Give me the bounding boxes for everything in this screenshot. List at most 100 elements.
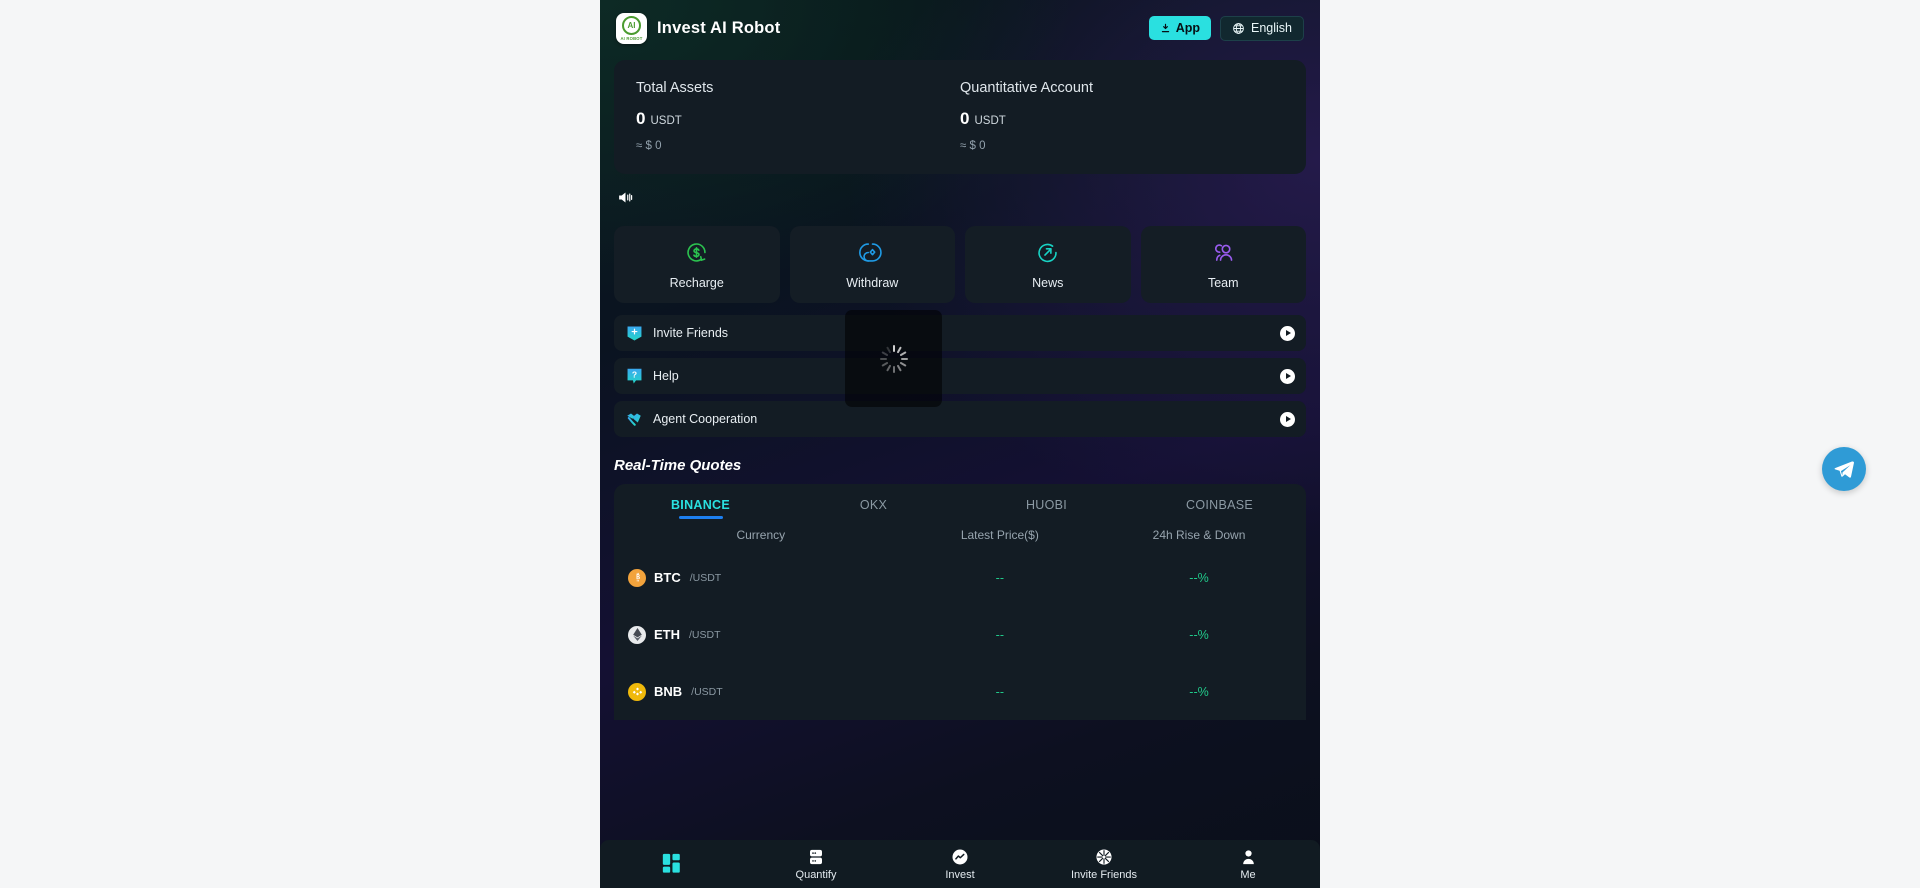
app-header: AI AI ROBOT Invest AI Robot App English: [600, 0, 1320, 56]
column-currency: Currency: [736, 528, 786, 542]
symbol: BTC: [654, 570, 681, 585]
arrow-circle-icon: [1034, 239, 1061, 266]
person-icon: [1240, 848, 1257, 866]
pair: /USDT: [689, 571, 722, 584]
logo-caption: AI ROBOT: [620, 36, 643, 41]
btc-coin-icon: [628, 568, 646, 587]
quick-actions: Recharge Withdraw News Team: [600, 220, 1320, 303]
row-agent-cooperation[interactable]: Agent Cooperation: [614, 401, 1306, 437]
logo-ring-text: AI: [622, 16, 641, 35]
tab-coinbase[interactable]: COINBASE: [1133, 498, 1306, 519]
change-cell: --%: [1189, 684, 1209, 699]
invite-inbox-icon: [625, 323, 643, 343]
bottom-navigation: Quantify Invest Invite Friends Me: [600, 840, 1320, 888]
row-agent-cooperation-label: Agent Cooperation: [653, 412, 758, 426]
handshake-icon: [625, 409, 643, 429]
tab-binance[interactable]: BINANCE: [614, 498, 787, 519]
nav-item-invite-friends[interactable]: Invite Friends: [1032, 840, 1176, 888]
aperture-icon: [1095, 848, 1113, 866]
currency-cell: BTC /USDT: [628, 568, 894, 587]
change-cell: --%: [1189, 627, 1209, 642]
column-24h-change: 24h Rise & Down: [1152, 528, 1246, 542]
nav-item-me[interactable]: Me: [1176, 840, 1320, 888]
action-news[interactable]: News: [965, 226, 1131, 303]
dollar-circle-icon: [683, 239, 710, 266]
eth-coin-icon: [628, 625, 646, 644]
total-assets-block: Total Assets 0 USDT ≈ $ 0: [636, 80, 960, 152]
total-assets-value: 0: [636, 109, 646, 128]
quantitative-account-amount: 0 USDT: [960, 109, 1284, 129]
pair: /USDT: [691, 685, 723, 698]
table-row[interactable]: BNB /USDT -- --%: [614, 663, 1306, 720]
people-icon: [1210, 239, 1237, 266]
tab-okx[interactable]: OKX: [787, 498, 960, 519]
nav-item-quantify-label: Quantify: [795, 868, 837, 881]
nav-item-invite-friends-label: Invite Friends: [1070, 868, 1138, 881]
change-cell: --%: [1189, 570, 1209, 585]
app-logo-icon: AI AI ROBOT: [616, 12, 647, 44]
tab-huobi[interactable]: HUOBI: [960, 498, 1133, 519]
nav-item-me-label: Me: [1240, 868, 1256, 881]
nav-item-quantify[interactable]: Quantify: [744, 840, 888, 888]
total-assets-currency: USDT: [650, 115, 682, 127]
nav-item-home[interactable]: [600, 840, 744, 888]
quantitative-account-label: Quantitative Account: [960, 80, 1093, 96]
price-cell: --: [995, 570, 1004, 585]
quantitative-account-approx: ≈ $ 0: [960, 140, 986, 152]
home-grid-icon: [661, 852, 683, 874]
nav-item-invest-label: Invest: [945, 868, 975, 881]
telegram-icon: [1832, 457, 1856, 481]
symbol: BNB: [654, 684, 683, 699]
quantitative-account-value: 0: [960, 109, 970, 128]
trend-chart-icon: [951, 848, 969, 866]
telegram-float-button[interactable]: [1822, 447, 1866, 491]
menu-rows: Invite Friends ? Help Agent Cooperation: [600, 303, 1320, 437]
action-recharge-label: Recharge: [669, 276, 724, 290]
quantitative-account-currency: USDT: [974, 115, 1006, 127]
app-button-label: App: [1175, 21, 1200, 35]
language-button-label: English: [1251, 21, 1292, 35]
quantitative-account-block: Quantitative Account 0 USDT ≈ $ 0: [960, 80, 1284, 152]
server-icon: [807, 848, 825, 866]
download-icon: [1160, 23, 1171, 34]
column-latest-price: Latest Price($): [960, 528, 1039, 542]
location-pin-icon: [858, 239, 886, 266]
speaker-icon: [616, 189, 635, 206]
loading-spinner-icon: [879, 344, 908, 373]
svg-text:?: ?: [631, 369, 636, 379]
symbol: ETH: [654, 627, 680, 642]
app-download-button[interactable]: App: [1148, 16, 1211, 40]
mobile-viewport: AI AI ROBOT Invest AI Robot App English …: [600, 0, 1320, 888]
total-assets-label: Total Assets: [636, 80, 714, 96]
quotes-table-header: Currency Latest Price($) 24h Rise & Down: [614, 519, 1306, 549]
row-help[interactable]: ? Help: [614, 358, 1306, 394]
total-assets-amount: 0 USDT: [636, 109, 960, 129]
row-help-label: Help: [653, 369, 679, 383]
nav-item-invest[interactable]: Invest: [888, 840, 1032, 888]
quotes-card: BINANCE OKX HUOBI COINBASE Currency Late…: [614, 484, 1306, 720]
quotes-section-title: Real-Time Quotes: [614, 457, 742, 474]
bnb-coin-icon: [628, 682, 646, 701]
assets-card: Total Assets 0 USDT ≈ $ 0 Quantitative A…: [614, 60, 1306, 174]
table-row[interactable]: ETH /USDT -- --%: [614, 606, 1306, 663]
action-withdraw-label: Withdraw: [846, 276, 899, 290]
globe-icon: [1232, 22, 1245, 35]
chevron-right-icon[interactable]: [1280, 325, 1295, 341]
language-button[interactable]: English: [1220, 15, 1304, 41]
price-cell: --: [995, 627, 1004, 642]
price-cell: --: [995, 684, 1004, 699]
exchange-tabs: BINANCE OKX HUOBI COINBASE: [614, 484, 1306, 519]
chevron-right-icon[interactable]: [1280, 368, 1295, 384]
pair: /USDT: [689, 628, 721, 641]
announcement-bar[interactable]: [600, 174, 1320, 220]
row-invite-friends[interactable]: Invite Friends: [614, 315, 1306, 351]
brand: AI AI ROBOT Invest AI Robot: [616, 12, 781, 44]
action-news-label: News: [1032, 276, 1064, 290]
action-withdraw[interactable]: Withdraw: [789, 226, 955, 303]
page-title: Invest AI Robot: [657, 18, 781, 37]
question-help-icon: ?: [625, 366, 643, 386]
chevron-right-icon[interactable]: [1280, 411, 1295, 427]
action-recharge[interactable]: Recharge: [614, 226, 780, 303]
table-row[interactable]: BTC /USDT -- --%: [614, 549, 1306, 606]
action-team[interactable]: Team: [1140, 226, 1306, 303]
